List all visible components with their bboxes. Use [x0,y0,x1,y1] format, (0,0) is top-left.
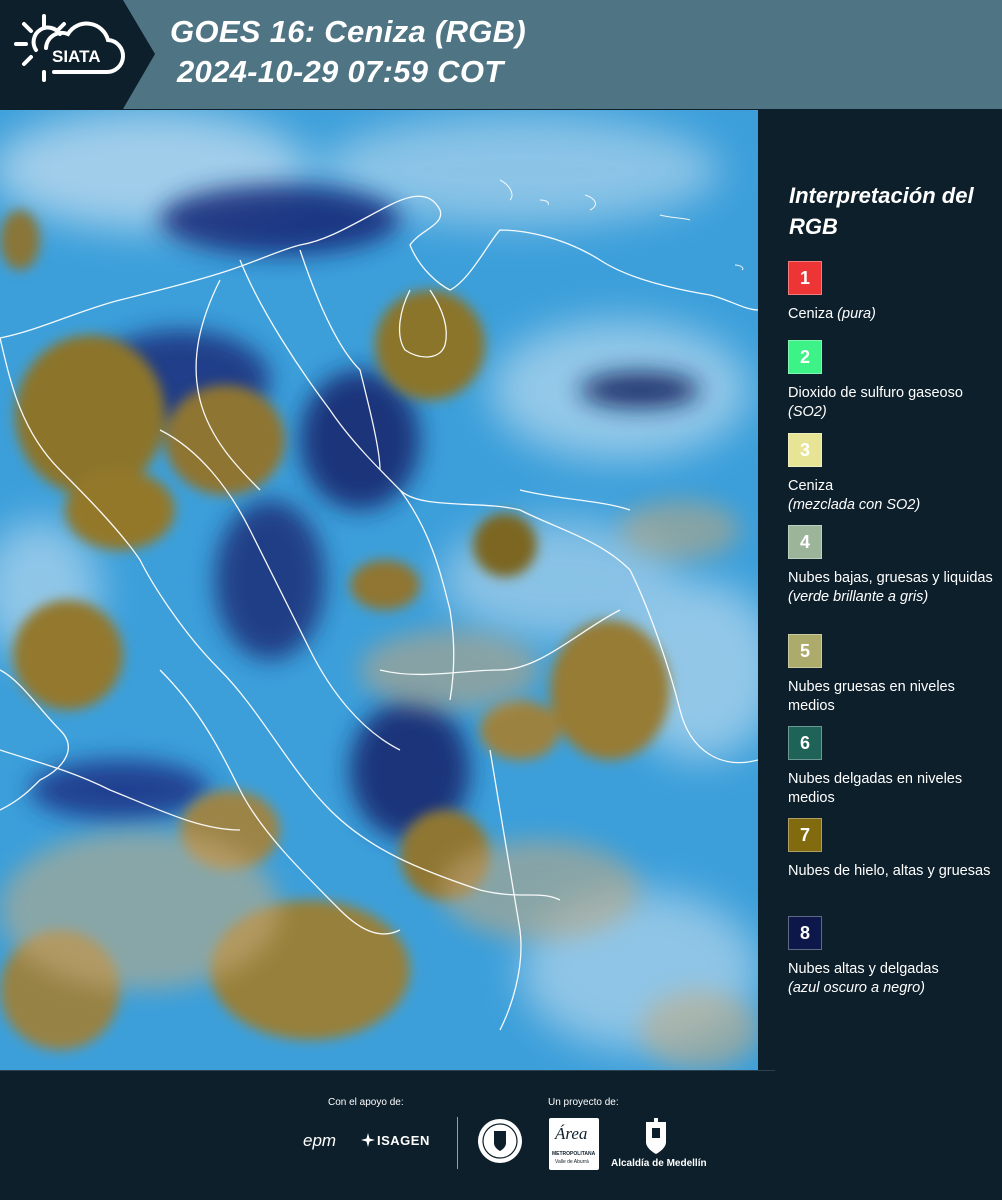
legend-item-1: 1 Ceniza (pura) [788,261,1000,324]
satellite-imagery [0,110,758,1070]
legend-title: Interpretación del RGB [789,183,974,239]
legend-item-6: 6 Nubes delgadas en niveles medios [788,726,1000,808]
legend-label: Nubes altas y delgadas [788,961,939,977]
siata-seal-icon [476,1117,524,1165]
legend-note: (mezclada con SO2) [788,497,921,513]
page-timestamp: 2024-10-29 07:59 COT [177,54,504,89]
legend-item-5: 5 Nubes gruesas en niveles medios [788,634,1000,716]
legend-swatch: 5 [788,634,822,668]
header: SIATA GOES 16: Ceniza (RGB) 2024-10-29 0… [0,0,1002,109]
legend-label: Ceniza [788,306,834,322]
legend-note: (pura) [837,306,876,322]
satellite-map [0,110,758,1070]
legend-note: (SO2) [788,404,827,420]
legend-item-4: 4 Nubes bajas, gruesas y liquidas (verde … [788,525,1000,607]
legend-item-2: 2 Dioxido de sulfuro gaseoso (SO2) [788,340,1000,422]
isagen-logo: ISAGEN [377,1133,430,1148]
legend-swatch: 8 [788,916,822,950]
legend-item-7: 7 Nubes de hielo, altas y gruesas [788,818,1000,881]
legend-swatch: 4 [788,525,822,559]
legend-swatch: 3 [788,433,822,467]
legend-label: Nubes bajas, gruesas y liquidas [788,570,993,586]
legend-swatch: 7 [788,818,822,852]
legend-item-8: 8 Nubes altas y delgadas (azul oscuro a n… [788,916,1000,998]
sun-cloud-icon: SIATA [14,14,125,82]
support-label: Con el apoyo de: [328,1097,404,1108]
area-logo-text: Área [555,1124,588,1143]
legend-label: Dioxido de sulfuro gaseoso [788,385,963,401]
legend-swatch: 6 [788,726,822,760]
footer-rule [0,1070,775,1071]
footer-divider [457,1117,458,1169]
legend-label: Nubes gruesas en niveles medios [788,679,955,714]
legend-item-3: 3 Ceniza (mezclada con SO2) [788,433,1000,515]
legend-label: Nubes de hielo, altas y gruesas [788,863,991,879]
isagen-star-icon [361,1133,375,1147]
epm-logo: epm [303,1131,337,1150]
siata-logo: SIATA [0,0,155,109]
page-title: GOES 16: Ceniza (RGB) [170,14,526,49]
legend-label: Nubes delgadas en niveles medios [788,771,963,806]
alcaldia-text: Alcaldía de Medellín [611,1158,707,1169]
legend-panel: Interpretación del RGB 1 Ceniza (pura) 2… [760,110,1002,1070]
area-logo-sub: METROPOLITANA [552,1151,596,1157]
project-label: Un proyecto de: [548,1097,619,1108]
legend-swatch: 1 [788,261,822,295]
area-logo-sub2: Valle de Aburrá [555,1159,589,1165]
logo-text: SIATA [52,47,100,66]
legend-note: (verde brillante a gris) [788,589,929,605]
legend-note: (azul oscuro a negro) [788,980,926,996]
legend-swatch: 2 [788,340,822,374]
area-metropolitana-logo: Área METROPOLITANA Valle de Aburrá [549,1118,599,1170]
medellin-coat-of-arms-icon [643,1118,669,1156]
legend-label: Ceniza [788,478,834,494]
